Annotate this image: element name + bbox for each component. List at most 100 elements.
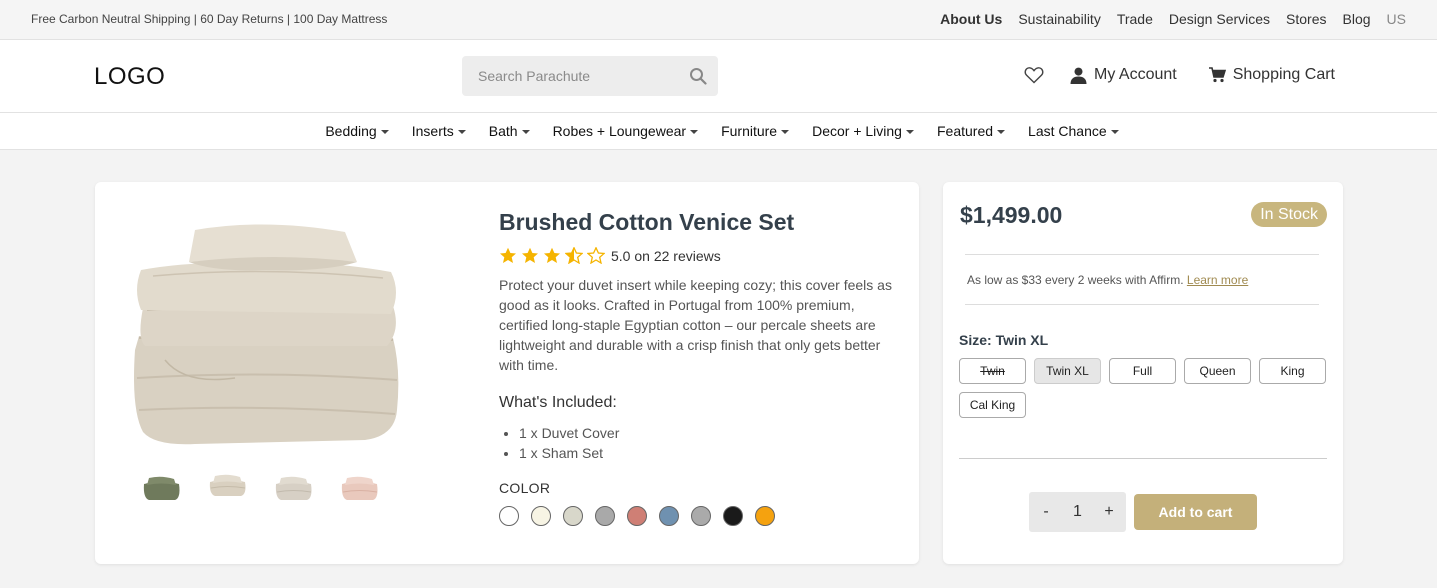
category-bedding[interactable]: Bedding (325, 123, 389, 139)
category-label: Decor + Living (812, 123, 902, 139)
top-link-blog[interactable]: Blog (1343, 11, 1371, 27)
search-icon[interactable] (689, 67, 707, 85)
color-swatch-rose[interactable] (627, 506, 647, 526)
quantity-increase-button[interactable]: + (1102, 503, 1116, 521)
category-nav: Bedding Inserts Bath Robes + Loungewear … (0, 113, 1437, 150)
color-swatch-white[interactable] (499, 506, 519, 526)
size-option-full[interactable]: Full (1109, 358, 1176, 384)
search-box (462, 56, 718, 96)
category-label: Furniture (721, 123, 778, 139)
caret-down-icon (521, 130, 530, 134)
star-full-icon (522, 247, 538, 263)
category-label: Inserts (411, 123, 454, 139)
product-card: Brushed Cotton Venice Set 5.0 on 22 revi… (95, 182, 919, 564)
color-swatch-stone[interactable] (563, 506, 583, 526)
rating[interactable]: 5.0 on 22 reviews (499, 247, 721, 264)
caret-down-icon (997, 130, 1006, 134)
product-title: Brushed Cotton Venice Set (499, 209, 795, 235)
caret-down-icon (905, 130, 914, 134)
color-label: COLOR (499, 480, 551, 496)
color-swatch-cream[interactable] (531, 506, 551, 526)
size-option-cal-king[interactable]: Cal King (959, 392, 1026, 418)
logo[interactable]: LOGO (94, 63, 165, 91)
category-label: Bedding (325, 123, 377, 139)
rating-text: 5.0 on 22 reviews (611, 247, 721, 264)
category-furniture[interactable]: Furniture (721, 123, 790, 139)
color-swatches (499, 506, 775, 526)
color-swatch-black[interactable] (723, 506, 743, 526)
category-label: Last Chance (1028, 123, 1107, 139)
shopping-cart-label: Shopping Cart (1232, 66, 1335, 83)
quantity-value[interactable]: 1 (1073, 503, 1082, 521)
color-swatch-orange[interactable] (755, 506, 775, 526)
top-link-design-services[interactable]: Design Services (1169, 11, 1270, 27)
top-bar: Free Carbon Neutral Shipping | 60 Day Re… (0, 0, 1437, 40)
top-link-about-us[interactable]: About Us (940, 11, 1002, 27)
divider (965, 254, 1319, 255)
star-half-icon (565, 247, 583, 264)
size-option-king[interactable]: King (1259, 358, 1326, 384)
category-inserts[interactable]: Inserts (412, 123, 466, 139)
list-item: 1 x Duvet Cover (519, 423, 619, 443)
included-list: 1 x Duvet Cover 1 x Sham Set (519, 423, 619, 463)
affirm-message: As low as $33 every 2 weeks with Affirm.… (967, 273, 1248, 287)
quantity-decrease-button[interactable]: - (1039, 503, 1053, 521)
star-rating (499, 247, 605, 264)
add-to-cart-button[interactable]: Add to cart (1134, 494, 1257, 530)
top-link-stores[interactable]: Stores (1286, 11, 1326, 27)
top-link-sustainability[interactable]: Sustainability (1018, 11, 1101, 27)
star-full-icon (544, 247, 560, 263)
size-option-twin-xl[interactable]: Twin XL (1034, 358, 1101, 384)
star-empty-icon (587, 247, 605, 264)
divider (965, 304, 1319, 305)
top-nav: About Us Sustainability Trade Design Ser… (940, 11, 1406, 27)
caret-down-icon (457, 130, 466, 134)
site-header: LOGO My Account Shopping Cart (0, 40, 1437, 113)
thumbnail-green[interactable] (141, 472, 181, 504)
thumbnail-sand[interactable] (207, 472, 247, 504)
user-icon (1070, 67, 1087, 84)
search-input[interactable] (462, 56, 682, 96)
product-description: Protect your duvet insert while keeping … (499, 277, 892, 373)
region-selector[interactable]: US (1387, 11, 1406, 27)
category-label: Featured (936, 123, 994, 139)
caret-down-icon (781, 130, 790, 134)
color-swatch-grey[interactable] (595, 506, 615, 526)
category-last-chance[interactable]: Last Chance (1028, 123, 1119, 139)
size-option-twin[interactable]: Twin (959, 358, 1026, 384)
divider (959, 458, 1327, 459)
size-option-queen[interactable]: Queen (1184, 358, 1251, 384)
quantity-stepper: - 1 + (1029, 492, 1126, 532)
stock-badge: In Stock (1251, 202, 1327, 227)
color-swatch-blue[interactable] (659, 506, 679, 526)
color-swatch-silver[interactable] (691, 506, 711, 526)
product-image (134, 224, 399, 445)
promo-text: Free Carbon Neutral Shipping | 60 Day Re… (31, 12, 388, 26)
size-options: Twin Twin XL Full Queen King Cal King (959, 358, 1331, 418)
category-bath[interactable]: Bath (489, 123, 530, 139)
caret-down-icon (380, 130, 389, 134)
shopping-cart-link[interactable]: Shopping Cart (1208, 66, 1335, 84)
list-item: 1 x Sham Set (519, 443, 619, 463)
size-label: Size: Twin XL (959, 332, 1049, 348)
thumbnail-stone[interactable] (273, 472, 313, 504)
category-label: Robes + Loungewear (552, 123, 687, 139)
top-link-trade[interactable]: Trade (1117, 11, 1153, 27)
category-featured[interactable]: Featured (936, 123, 1006, 139)
category-decor-living[interactable]: Decor + Living (812, 123, 914, 139)
thumbnail-strip (141, 472, 379, 504)
heart-icon[interactable] (1024, 66, 1044, 84)
affirm-text: As low as $33 every 2 weeks with Affirm. (967, 273, 1184, 287)
header-actions: My Account Shopping Cart (1024, 66, 1335, 84)
included-title: What's Included: (499, 394, 617, 411)
price: $1,499.00 (960, 202, 1063, 228)
category-label: Bath (488, 123, 518, 139)
cart-icon (1208, 67, 1226, 83)
affirm-learn-more-link[interactable]: Learn more (1187, 273, 1248, 287)
thumbnail-blush[interactable] (339, 472, 379, 504)
my-account-label: My Account (1094, 66, 1177, 83)
my-account-link[interactable]: My Account (1070, 66, 1177, 84)
caret-down-icon (690, 130, 699, 134)
category-robes-loungewear[interactable]: Robes + Loungewear (553, 123, 699, 139)
purchase-panel: $1,499.00 In Stock As low as $33 every 2… (943, 182, 1343, 564)
